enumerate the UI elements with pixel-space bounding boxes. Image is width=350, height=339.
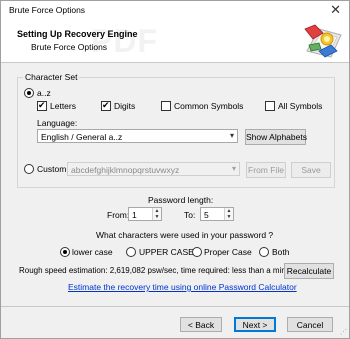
both-case-radio[interactable] (259, 247, 269, 257)
footer-divider (1, 306, 349, 307)
language-select[interactable]: English / General a..z ▾ (37, 129, 238, 143)
to-length-value: 5 (204, 210, 209, 220)
language-label: Language: (37, 118, 78, 128)
close-icon[interactable]: ✕ (330, 3, 341, 17)
upper-case-label: UPPER CASE (139, 247, 194, 257)
language-value: English / General a..z (41, 132, 123, 142)
cancel-button[interactable]: Cancel (287, 317, 333, 332)
window-title: Brute Force Options (9, 5, 86, 15)
save-button[interactable]: Save (291, 162, 331, 178)
chevron-down-icon: ▾ (231, 164, 236, 173)
letters-checkbox[interactable]: ✔ (37, 100, 47, 111)
from-file-button[interactable]: From File (246, 162, 286, 178)
to-label: To: (184, 210, 196, 220)
custom-charset-input[interactable]: abcdefghijklmnopqrstuvwxyz ▾ (67, 162, 240, 176)
speed-estimation-text: Rough speed estimation: 2,619,082 psw/se… (19, 266, 297, 275)
resize-grip-icon[interactable]: ⋰ (340, 328, 347, 336)
recovery-logo-icon (304, 24, 342, 58)
next-button[interactable]: Next > (234, 317, 276, 332)
password-calculator-link[interactable]: Estimate the recovery time using online … (68, 282, 297, 292)
digits-checkbox[interactable]: ✔ (101, 100, 111, 111)
case-question: What characters were used in your passwo… (96, 230, 274, 240)
title-bar: Brute Force Options ✕ (1, 1, 349, 21)
all-symbols-label: All Symbols (278, 101, 323, 111)
proper-case-radio[interactable] (192, 247, 202, 257)
all-symbols-checkbox[interactable] (265, 101, 275, 111)
from-label: From: (107, 210, 130, 220)
custom-label: Custom (37, 164, 67, 174)
chevron-down-icon: ▾ (229, 131, 234, 140)
common-symbols-checkbox[interactable] (161, 101, 171, 111)
lower-case-radio[interactable] (60, 247, 70, 257)
checkmark-icon: ✔ (38, 100, 46, 110)
from-length-spinner[interactable]: 1 ▲ ▼ (128, 207, 162, 221)
custom-radio[interactable] (24, 164, 34, 174)
wizard-header: PDF Setting Up Recovery Engine Brute For… (1, 21, 349, 63)
az-radio[interactable] (24, 88, 34, 98)
upper-case-radio[interactable] (126, 247, 136, 257)
az-label: a..z (37, 88, 51, 98)
brute-force-options-window: Brute Force Options ✕ PDF Setting Up Rec… (0, 0, 350, 339)
proper-case-label: Proper Case (204, 247, 252, 257)
checkmark-icon: ✔ (102, 100, 110, 110)
header-title: Setting Up Recovery Engine (17, 29, 138, 39)
both-case-label: Both (272, 247, 290, 257)
to-length-spinner[interactable]: 5 ▲ ▼ (200, 207, 234, 221)
lower-case-label: lower case (72, 247, 113, 257)
common-symbols-label: Common Symbols (174, 101, 244, 111)
spin-arrows-icon[interactable]: ▲ ▼ (224, 208, 233, 220)
custom-charset-value: abcdefghijklmnopqrstuvwxyz (71, 165, 180, 175)
letters-label: Letters (50, 101, 76, 111)
show-alphabets-button[interactable]: Show Alphabets (245, 129, 307, 145)
recalculate-button[interactable]: Recalculate (284, 263, 334, 279)
digits-label: Digits (114, 101, 136, 111)
character-set-label: Character Set (23, 72, 80, 82)
from-length-value: 1 (132, 210, 137, 220)
back-button[interactable]: < Back (180, 317, 222, 332)
header-subtitle: Brute Force Options (31, 42, 108, 52)
password-length-label: Password length: (148, 195, 214, 205)
spin-arrows-icon[interactable]: ▲ ▼ (152, 208, 161, 220)
